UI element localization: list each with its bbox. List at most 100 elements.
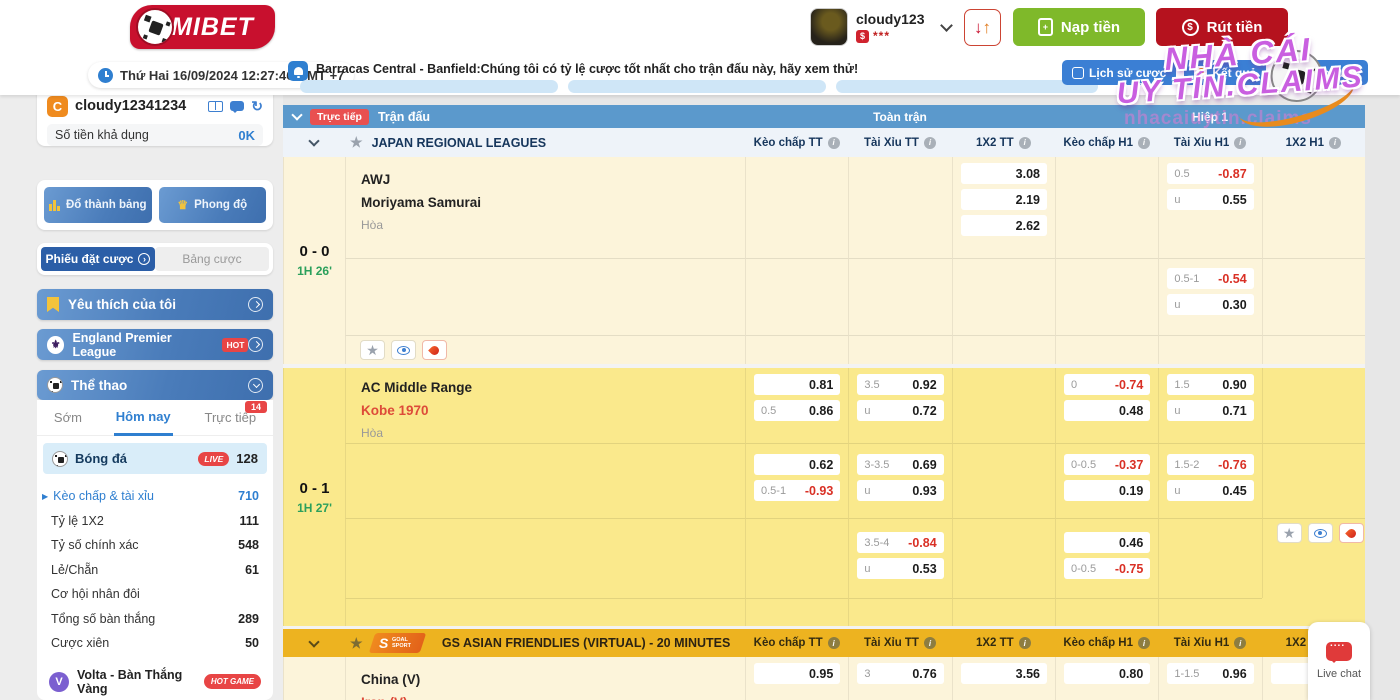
favorite-star-button[interactable]: ★ xyxy=(360,340,385,360)
odds-box[interactable]: 3.56 xyxy=(961,663,1047,684)
hot-badge: HOT xyxy=(222,338,248,352)
form-button[interactable]: ♛ Phong độ xyxy=(159,187,267,223)
discussion-button[interactable]: Thảo luận xyxy=(1274,60,1368,85)
live-chat-button[interactable]: Live chat xyxy=(1308,622,1370,700)
match-teams[interactable]: China (V) Iran (V) xyxy=(345,657,745,700)
info-icon[interactable]: i xyxy=(924,637,936,649)
odds-box[interactable]: 1-1.50.96 xyxy=(1167,663,1253,684)
live-filter-badge[interactable]: Trực tiếp xyxy=(310,109,369,125)
results-button[interactable]: S Kết quả xyxy=(1184,60,1266,85)
refresh-icon[interactable]: ↻ xyxy=(251,98,263,115)
odds-box[interactable]: 0-0.74 xyxy=(1064,374,1150,395)
leaderboard-button[interactable]: Đổ thành bảng xyxy=(44,187,152,223)
tab-early[interactable]: Sớm xyxy=(52,401,84,434)
chevron-down-icon[interactable] xyxy=(291,109,302,120)
odds-box[interactable]: 0.80 xyxy=(1064,663,1150,684)
odds-box[interactable]: 2.19 xyxy=(961,189,1047,210)
info-icon[interactable]: i xyxy=(1329,137,1341,149)
odds-box[interactable]: 3-3.50.69 xyxy=(857,454,943,475)
odds-box[interactable]: 1.5-2-0.76 xyxy=(1167,454,1253,475)
quick-link-chip[interactable] xyxy=(300,80,558,93)
statement-icon[interactable] xyxy=(208,101,223,112)
info-icon[interactable]: i xyxy=(924,137,936,149)
transactions-button[interactable]: ↓ ↑ xyxy=(964,9,1001,46)
match-column-label: Trận đấu xyxy=(378,110,430,124)
odds-box[interactable]: u0.93 xyxy=(857,480,943,501)
odds-box[interactable]: 3.08 xyxy=(961,163,1047,184)
football-row[interactable]: Bóng đá LIVE 128 xyxy=(43,443,267,474)
star-icon[interactable]: ★ xyxy=(350,134,363,151)
favorite-star-button[interactable]: ★ xyxy=(1277,523,1302,543)
star-icon[interactable]: ★ xyxy=(350,635,363,652)
odds-box[interactable]: 0.62 xyxy=(754,454,840,475)
chevron-down-icon[interactable] xyxy=(308,636,319,647)
odds-box[interactable]: 2.62 xyxy=(961,215,1047,236)
odds-box[interactable]: u0.55 xyxy=(1167,189,1253,210)
volta-row[interactable]: V Volta - Bàn Thắng Vàng HOT GAME xyxy=(37,656,273,696)
match-row-ac-middle-range: 0 - 1 1H 27' AC Middle Range Kobe 1970 H… xyxy=(283,368,1365,626)
odds-box[interactable]: 0.5-1-0.54 xyxy=(1167,268,1253,289)
hot-button[interactable] xyxy=(422,340,447,360)
info-icon[interactable]: i xyxy=(828,137,840,149)
info-icon[interactable]: i xyxy=(1234,637,1246,649)
betslip-tab[interactable]: Phiếu đặt cược › xyxy=(41,247,155,271)
odds-box[interactable]: 1.50.90 xyxy=(1167,374,1253,395)
odds-box[interactable]: u0.53 xyxy=(857,558,943,579)
odds-box[interactable]: 0.95 xyxy=(754,663,840,684)
chevron-down-icon[interactable] xyxy=(941,19,954,32)
odds-box[interactable]: 0-0.5-0.75 xyxy=(1064,558,1150,579)
menu-item-double-chance[interactable]: Cơ hội nhân đôi xyxy=(51,582,259,607)
hot-button[interactable] xyxy=(1339,523,1364,543)
watch-button[interactable] xyxy=(1308,523,1333,543)
odds-box[interactable]: 0.48 xyxy=(1064,400,1150,421)
odds-box[interactable]: u0.45 xyxy=(1167,480,1253,501)
odds-box[interactable]: u0.30 xyxy=(1167,294,1253,315)
odds-box[interactable]: 0.5-1-0.93 xyxy=(754,480,840,501)
match-teams[interactable]: AC Middle Range Kobe 1970 Hòa xyxy=(345,368,745,443)
tab-today[interactable]: Hôm nay xyxy=(114,400,173,436)
menu-item-parlay[interactable]: Cược xiên50 xyxy=(51,631,259,656)
odds-box[interactable]: 0.50.86 xyxy=(754,400,840,421)
bet-history-button[interactable]: Lịch sử cược xyxy=(1062,60,1176,85)
info-icon[interactable]: i xyxy=(1234,137,1246,149)
match-teams[interactable]: AWJ Moriyama Samurai Hòa xyxy=(345,157,745,258)
chevron-down-icon[interactable] xyxy=(308,135,319,146)
info-icon[interactable]: i xyxy=(828,637,840,649)
info-icon[interactable]: i xyxy=(1019,137,1031,149)
menu-item-1x2[interactable]: Tỷ lệ 1X2111 xyxy=(51,509,259,534)
odds-box[interactable]: 3.50.92 xyxy=(857,374,943,395)
odds-box[interactable]: 0.46 xyxy=(1064,532,1150,553)
deposit-label: Nạp tiền xyxy=(1061,19,1120,36)
quick-link-chip[interactable] xyxy=(568,80,826,93)
odds-box[interactable]: 30.76 xyxy=(857,663,943,684)
info-icon[interactable]: i xyxy=(1138,637,1150,649)
odds-box[interactable]: 0.81 xyxy=(754,374,840,395)
info-icon[interactable]: i xyxy=(1019,637,1031,649)
quick-link-chip[interactable] xyxy=(836,80,1098,93)
avatar[interactable] xyxy=(810,8,848,46)
deposit-button[interactable]: + Nạp tiền xyxy=(1013,8,1145,46)
epl-bar[interactable]: ⚜ England Premier League HOT xyxy=(37,329,273,360)
odds-box[interactable]: u0.71 xyxy=(1167,400,1253,421)
user-account[interactable]: cloudy123 $ *** xyxy=(810,8,957,46)
mibet-logo[interactable]: MIBET xyxy=(130,5,275,49)
menu-item-handicap-ou[interactable]: ▶ Kèo chấp & tài xỉu710 xyxy=(51,484,259,509)
odds-box[interactable]: 0.5-0.87 xyxy=(1167,163,1253,184)
odds-box[interactable]: u0.72 xyxy=(857,400,943,421)
menu-item-total-goals[interactable]: Tổng số bàn thắng289 xyxy=(51,607,259,632)
odds-box[interactable]: 0.19 xyxy=(1064,480,1150,501)
odds-box[interactable]: 3.5-4-0.84 xyxy=(857,532,943,553)
ticker-message[interactable]: Barracas Central - Banfield:Chúng tôi có… xyxy=(316,62,858,76)
betlist-tab[interactable]: Bảng cược xyxy=(155,247,269,271)
odds-box[interactable]: 0-0.5-0.37 xyxy=(1064,454,1150,475)
watch-button[interactable] xyxy=(391,340,416,360)
account-card: C cloudy12341234 ↻ Số tiền khả dụng 0K xyxy=(37,88,273,146)
withdraw-button[interactable]: $ Rút tiền xyxy=(1156,8,1288,46)
col-header: Tài Xỉu H1i xyxy=(1158,137,1261,149)
message-icon[interactable] xyxy=(230,101,244,111)
info-icon[interactable]: i xyxy=(1138,137,1150,149)
menu-item-odd-even[interactable]: Lẻ/Chẵn61 xyxy=(51,558,259,583)
menu-item-correct-score[interactable]: Tỷ số chính xác548 xyxy=(51,533,259,558)
favorites-bar[interactable]: Yêu thích của tôi xyxy=(37,289,273,320)
sports-bar[interactable]: Thể thao xyxy=(37,370,273,400)
